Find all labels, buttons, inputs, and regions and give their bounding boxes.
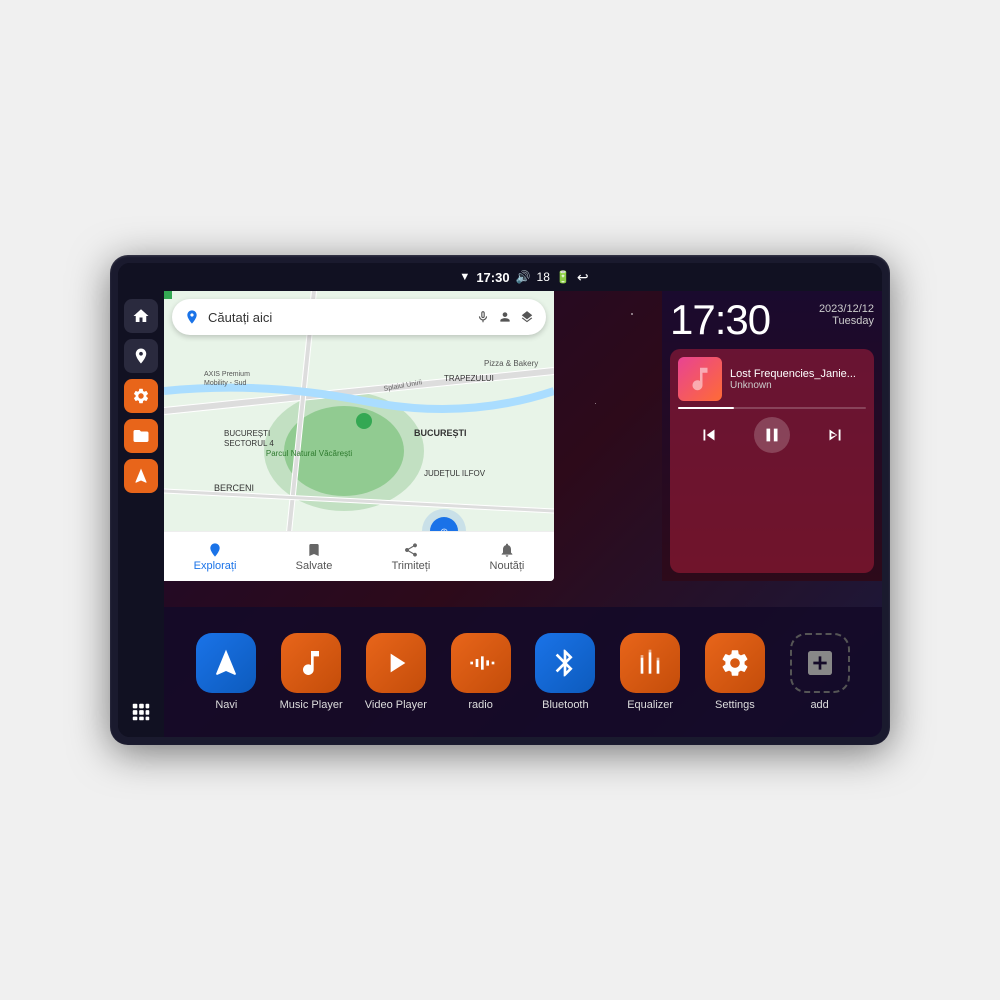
svg-text:Pizza & Bakery: Pizza & Bakery [484,359,538,368]
app-music-player[interactable]: Music Player [276,633,346,711]
battery-icon: 🔋 [556,270,571,284]
map-news-button[interactable]: Noutăți [490,542,525,572]
music-progress-bar[interactable] [678,407,866,409]
map-bottom-bar: Explorați Salvate Trimiteți Noutăți [164,531,554,581]
music-widget: Lost Frequencies_Janie... Unknown [670,349,874,573]
music-prev-button[interactable] [691,417,727,453]
right-panel: 17:30 2023/12/12 Tuesday [662,291,882,581]
app-navi-icon [196,633,256,693]
center-content: BUCUREȘTI SECTORUL 4 BUCUREȘTI JUDEȚUL I… [164,291,882,737]
volume-icon: 🔊 [516,270,531,284]
music-info: Lost Frequencies_Janie... Unknown [730,368,856,391]
app-settings[interactable]: Settings [700,633,770,711]
clock-area: 17:30 2023/12/12 Tuesday [670,299,874,341]
app-add-icon [790,633,850,693]
music-pause-button[interactable] [754,417,790,453]
clock-date: 2023/12/12 Tuesday [819,299,874,327]
music-next-button[interactable] [817,417,853,453]
music-artist: Unknown [730,380,856,391]
mic-icon [476,310,490,324]
app-settings-icon [705,633,765,693]
svg-text:Mobility - Sud: Mobility - Sud [204,380,247,387]
svg-text:TRAPEZULUI: TRAPEZULUI [444,374,494,383]
app-equalizer[interactable]: Equalizer [615,633,685,711]
layers-icon [520,310,534,324]
device-frame: ▼ 17:30 🔊 18 🔋 ↩ [110,255,890,745]
music-note-icon [685,364,715,394]
main-area: BUCUREȘTI SECTORUL 4 BUCUREȘTI JUDEȚUL I… [118,291,882,737]
music-album-art [678,357,722,401]
sidebar-map-button[interactable] [124,339,158,373]
battery-level: 18 [537,270,550,284]
app-equalizer-icon [620,633,680,693]
app-add-label: add [810,699,828,711]
svg-text:BUCUREȘTI: BUCUREȘTI [414,428,467,438]
sidebar-nav-button[interactable] [124,459,158,493]
app-radio-label: radio [468,699,492,711]
sidebar-home-button[interactable] [124,299,158,333]
wifi-icon: ▼ [459,271,470,283]
map-explore-button[interactable]: Explorați [194,542,237,572]
app-dock: Navi Music Player Video Pl [164,607,882,737]
music-track-info: Lost Frequencies_Janie... Unknown [678,357,866,401]
map-container[interactable]: BUCUREȘTI SECTORUL 4 BUCUREȘTI JUDEȚUL I… [164,291,554,581]
map-news-label: Noutăți [490,560,525,572]
map-search-bar[interactable] [172,299,546,335]
status-time: 17:30 [476,270,509,285]
app-add[interactable]: add [785,633,855,711]
map-explore-label: Explorați [194,560,237,572]
app-settings-label: Settings [715,699,755,711]
svg-text:SECTORUL 4: SECTORUL 4 [224,439,274,448]
map-share-button[interactable]: Trimiteți [392,542,431,572]
sidebar-settings-button[interactable] [124,379,158,413]
map-saved-button[interactable]: Salvate [296,542,333,572]
app-music-icon [281,633,341,693]
app-equalizer-label: Equalizer [627,699,673,711]
svg-text:AXIS Premium: AXIS Premium [204,371,250,378]
app-music-label: Music Player [280,699,343,711]
clock-date-value: 2023/12/12 [819,303,874,315]
music-progress-fill [678,407,734,409]
app-navi-label: Navi [215,699,237,711]
map-saved-label: Salvate [296,560,333,572]
svg-text:Parcul Natural Văcărești: Parcul Natural Văcărești [266,449,352,458]
music-title: Lost Frequencies_Janie... [730,368,856,380]
maps-icon [184,309,200,325]
music-controls [678,417,866,453]
album-art-image [678,357,722,401]
app-radio-icon [451,633,511,693]
sidebar-folder-button[interactable] [124,419,158,453]
app-bluetooth-icon [535,633,595,693]
app-navi[interactable]: Navi [191,633,261,711]
account-icon [498,310,512,324]
clock-display: 17:30 [670,299,770,341]
status-center: ▼ 17:30 🔊 18 🔋 ↩ [459,269,588,286]
map-share-label: Trimiteți [392,560,431,572]
app-bluetooth-label: Bluetooth [542,699,588,711]
app-video-player[interactable]: Video Player [361,633,431,711]
svg-text:JUDEȚUL ILFOV: JUDEȚUL ILFOV [424,469,486,478]
app-radio[interactable]: radio [446,633,516,711]
app-video-icon [366,633,426,693]
sidebar-apps-button[interactable] [124,695,158,729]
left-sidebar [118,291,164,737]
app-video-label: Video Player [365,699,427,711]
device-screen: ▼ 17:30 🔊 18 🔋 ↩ [118,263,882,737]
clock-weekday: Tuesday [819,315,874,327]
status-bar: ▼ 17:30 🔊 18 🔋 ↩ [118,263,882,291]
map-search-input[interactable] [208,310,468,325]
back-icon[interactable]: ↩ [577,269,589,286]
app-bluetooth[interactable]: Bluetooth [530,633,600,711]
svg-text:BUCUREȘTI: BUCUREȘTI [224,429,270,438]
svg-text:BERCENI: BERCENI [214,483,254,493]
